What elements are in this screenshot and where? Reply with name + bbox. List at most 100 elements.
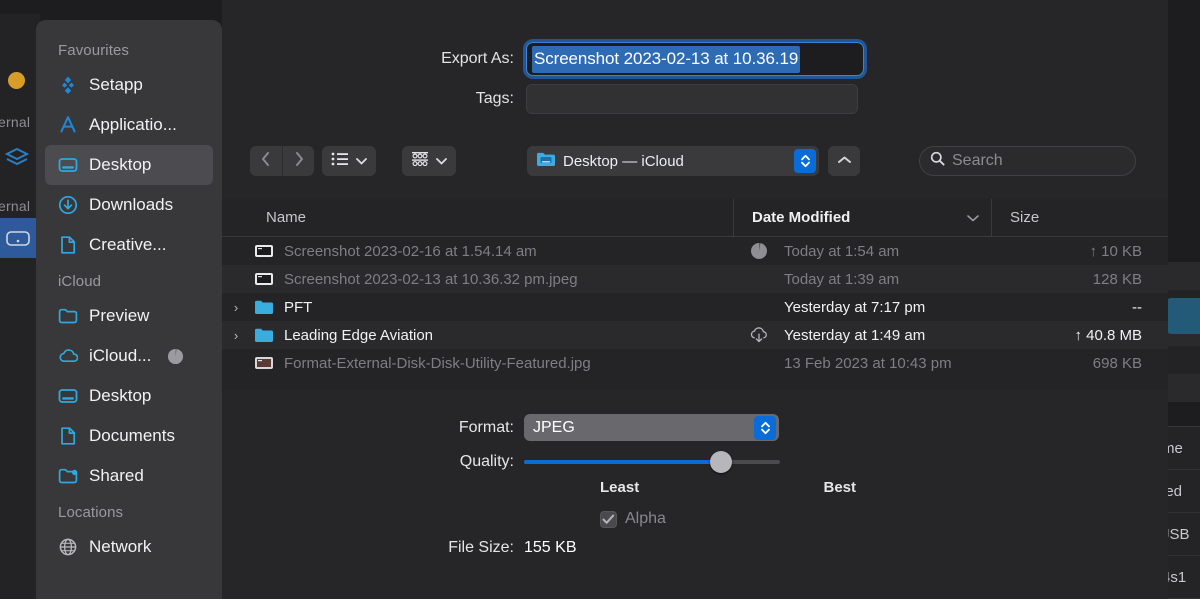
background-left-sidebar: ernal ernal <box>0 14 40 599</box>
sidebar-item-label: Preview <box>89 306 150 325</box>
quality-min-label: Least <box>600 479 640 496</box>
layers-icon <box>3 144 31 172</box>
disclosure-triangle-icon[interactable]: › <box>228 328 244 343</box>
view-options-button[interactable] <box>322 146 376 176</box>
file-size: -- <box>1132 298 1142 316</box>
external-drive-icon <box>5 226 31 250</box>
chevron-down-icon <box>436 152 447 170</box>
file-date: Yesterday at 7:17 pm <box>784 298 926 316</box>
column-header-size[interactable]: Size <box>992 199 1168 237</box>
sidebar-item-creative[interactable]: Creative... <box>45 225 213 265</box>
file-name: Screenshot 2023-02-16 at 1.54.14 am <box>284 242 537 260</box>
file-size-row: File Size: 155 KB <box>444 539 576 557</box>
sidebar-item-desktop[interactable]: Desktop <box>45 145 213 185</box>
navigation-buttons <box>250 146 314 176</box>
file-date: Yesterday at 1:49 am <box>784 326 926 344</box>
file-name: Screenshot 2023-02-13 at 10.36.32 pm.jpe… <box>284 270 578 288</box>
alpha-row: Alpha <box>600 510 666 528</box>
desktop-icon <box>57 155 79 175</box>
sidebar-item-desktop[interactable]: Desktop <box>45 376 213 416</box>
forward-button[interactable] <box>282 146 314 176</box>
sidebar-section-title-locations: Locations <box>58 504 124 521</box>
chevron-up-icon <box>837 152 852 170</box>
file-browser-toolbar: Desktop — iCloud Search <box>222 142 1168 184</box>
chevron-right-icon <box>294 151 304 172</box>
file-list-header: Name Date Modified Size <box>222 199 1168 237</box>
sidebar-item-label: Shared <box>89 466 144 485</box>
sidebar-item-applicatio[interactable]: Applicatio... <box>45 105 213 145</box>
alpha-checkbox[interactable] <box>600 510 617 528</box>
disclosure-triangle-icon[interactable]: › <box>228 300 244 315</box>
alpha-label: Alpha <box>625 510 666 527</box>
tags-label: Tags: <box>475 90 514 107</box>
stepper-updown-icon <box>794 149 816 173</box>
folder-icon <box>253 298 275 316</box>
file-name: Format-External-Disk-Disk-Utility-Featur… <box>284 354 591 372</box>
file-date: Today at 1:54 am <box>784 242 900 260</box>
sidebar-item-network[interactable]: Network <box>45 527 213 567</box>
setapp-icon <box>57 75 79 95</box>
sidebar-item-label: iCloud... <box>89 346 152 365</box>
location-popup-label: Desktop — iCloud <box>563 152 684 170</box>
sidebar-item-shared[interactable]: Shared <box>45 456 213 496</box>
format-value: JPEG <box>533 418 575 436</box>
file-name-cell: › PFT <box>222 298 734 316</box>
sidebar-item-label: Network <box>89 537 152 556</box>
table-row[interactable]: Screenshot 2023-02-16 at 1.54.14 am Toda… <box>222 237 1168 265</box>
search-input[interactable]: Search <box>919 146 1136 176</box>
file-browser-sidebar: Favourites Setapp Applicatio... Desktop Down… <box>36 20 222 599</box>
sync-progress-icon <box>167 348 184 365</box>
desktop-icon <box>57 386 79 406</box>
file-name-cell: Screenshot 2023-02-13 at 10.36.32 pm.jpe… <box>222 270 734 288</box>
sidebar-item-label: Documents <box>89 426 175 445</box>
export-as-label: Export As: <box>441 50 514 67</box>
quality-scale-labels: Least Best <box>600 479 856 496</box>
sidebar-item-icloud[interactable]: iCloud... <box>45 336 213 376</box>
list-view-icon <box>331 152 349 171</box>
sidebar-item-label: Downloads <box>89 195 174 214</box>
column-header-date-modified[interactable]: Date Modified <box>734 199 992 237</box>
table-row[interactable]: Screenshot 2023-02-13 at 10.36.32 pm.jpe… <box>222 265 1168 293</box>
column-header-name[interactable]: Name <box>222 199 734 237</box>
applications-icon <box>57 115 79 135</box>
file-size: ↑ 40.8 MB <box>1074 326 1142 344</box>
group-options-button[interactable] <box>402 146 456 176</box>
location-popup-button[interactable]: Desktop — iCloud <box>527 146 819 176</box>
sidebar-item-setapp[interactable]: Setapp <box>45 65 213 105</box>
format-select[interactable]: JPEG <box>524 414 779 441</box>
export-dialog: Export As: Screenshot 2023-02-13 at 10.3… <box>222 0 1168 599</box>
icloud-icon <box>57 346 79 366</box>
sidebar-item-documents[interactable]: Documents <box>45 416 213 456</box>
sidebar-item-label: Applicatio... <box>89 115 177 134</box>
sidebar-item-preview[interactable]: Preview <box>45 296 213 336</box>
cloud-download-icon[interactable] <box>734 326 784 344</box>
tags-input[interactable] <box>526 84 858 114</box>
file-size-value: 155 KB <box>524 539 577 556</box>
go-up-button[interactable] <box>828 146 860 176</box>
document-icon <box>57 426 79 446</box>
sync-progress-icon <box>734 242 784 260</box>
image-file-icon <box>253 242 275 260</box>
table-row[interactable]: Format-External-Disk-Disk-Utility-Featur… <box>222 349 1168 377</box>
format-label: Format: <box>458 418 514 436</box>
search-icon <box>930 151 945 171</box>
file-name: Leading Edge Aviation <box>284 326 434 344</box>
back-button[interactable] <box>250 146 282 176</box>
sidebar-item-downloads[interactable]: Downloads <box>45 185 213 225</box>
file-size-label: File Size: <box>448 539 514 556</box>
slider-knob[interactable] <box>710 451 732 473</box>
export-as-value: Screenshot 2023-02-13 at 10.36.19 <box>532 45 801 73</box>
quality-slider[interactable] <box>524 451 780 473</box>
export-as-input[interactable]: Screenshot 2023-02-13 at 10.36.19 <box>526 42 864 76</box>
table-row[interactable]: › Leading Edge Aviation Yesterday at 1:4… <box>222 321 1168 349</box>
chevron-down-icon <box>967 199 991 237</box>
shared-folder-icon <box>57 466 79 486</box>
table-row[interactable]: › PFT Yesterday at 7:17 pm -- <box>222 293 1168 321</box>
sidebar-item-label: Setapp <box>89 75 143 94</box>
file-size: 698 KB <box>1092 354 1142 372</box>
minimize-traffic-light[interactable] <box>8 72 25 89</box>
column-header-date-modified-label: Date Modified <box>752 208 851 226</box>
export-options: Format: JPEG Quality: Least Best Alpha F… <box>222 391 1168 599</box>
file-name: PFT <box>284 298 313 316</box>
folder-icon <box>253 326 275 344</box>
